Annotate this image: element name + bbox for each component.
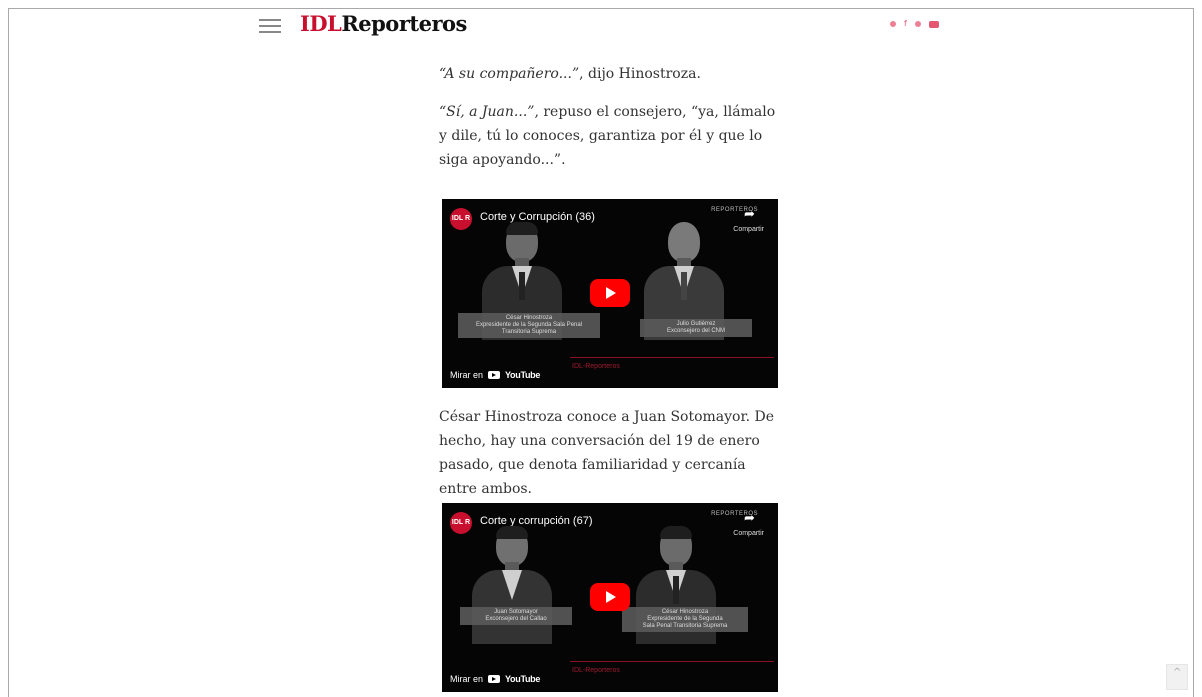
video-embed-1[interactable]: IDL R Corte y Corrupción (36) REPORTEROS…: [442, 199, 778, 388]
site-logo[interactable]: IDLReporteros: [300, 11, 467, 36]
twitter-icon[interactable]: [890, 21, 896, 27]
social-links: f: [890, 19, 939, 29]
watch-on-youtube-link[interactable]: Mirar en YouTube: [450, 370, 540, 380]
quote: “A su compañero...”: [439, 66, 580, 82]
youtube-icon[interactable]: [928, 20, 939, 28]
left-speaker-caption: Juan Sotomayor Exconsejero del Callao: [460, 607, 572, 625]
logo-idl: IDL: [300, 11, 342, 36]
youtube-logo-icon: [488, 371, 501, 379]
left-speaker-caption: César Hinostroza Expresidente de la Segu…: [458, 313, 600, 338]
share-label[interactable]: Compartir: [733, 530, 764, 537]
watch-on-youtube-link[interactable]: Mirar en YouTube: [450, 674, 540, 684]
scroll-to-top-button[interactable]: [1166, 664, 1188, 690]
article-paragraph-2: “Sí, a Juan...”, repuso el consejero, “y…: [439, 100, 779, 172]
video-embed-2[interactable]: IDL R Corte y corrupción (67) REPORTEROS…: [442, 503, 778, 692]
youtube-wordmark: YouTube: [505, 674, 541, 684]
instagram-icon[interactable]: [914, 21, 921, 27]
play-button[interactable]: [590, 583, 630, 611]
share-label[interactable]: Compartir: [733, 226, 764, 233]
channel-avatar[interactable]: IDL R: [450, 208, 472, 230]
youtube-wordmark: YouTube: [505, 370, 541, 380]
article-paragraph-3: César Hinostroza conoce a Juan Sotomayor…: [439, 409, 775, 497]
divider: [570, 357, 774, 358]
site-header: IDLReporteros f: [0, 0, 1202, 40]
watch-on-label: Mirar en: [450, 370, 484, 380]
speaker-left-photo: [466, 526, 558, 644]
play-button[interactable]: [590, 279, 630, 307]
video-credit: IDL-Reporteros: [572, 667, 620, 674]
quote: “Sí, a Juan...”: [439, 104, 535, 120]
menu-icon[interactable]: [259, 19, 281, 33]
video-credit: IDL-Reporteros: [572, 363, 620, 370]
divider: [570, 661, 774, 662]
youtube-logo-icon: [488, 675, 501, 683]
paragraph-text: , dijo Hinostroza.: [579, 66, 701, 82]
facebook-icon[interactable]: f: [904, 19, 907, 29]
watch-on-label: Mirar en: [450, 674, 484, 684]
logo-reporteros: Reporteros: [341, 11, 467, 36]
right-speaker-caption: César Hinostroza Expresidente de la Segu…: [622, 607, 748, 632]
right-speaker-caption: Julio Gutiérrez Exconsejero del CNM: [640, 319, 752, 337]
article-paragraph-1: “A su compañero...”, dijo Hinostroza.: [439, 62, 779, 86]
